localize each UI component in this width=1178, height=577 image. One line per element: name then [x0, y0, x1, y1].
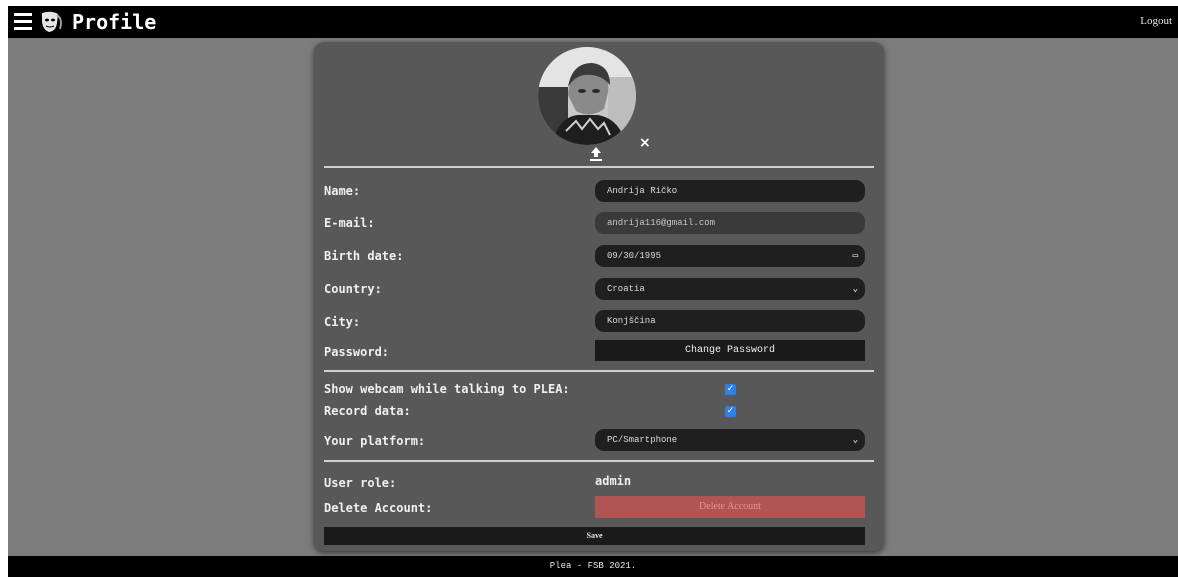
hamburger-menu-icon[interactable]	[14, 13, 32, 30]
birth-date-value: 09/30/1995	[607, 251, 662, 261]
save-button[interactable]: Save	[324, 527, 865, 545]
user-role-label: User role:	[324, 476, 397, 490]
platform-value: PC/Smartphone	[607, 435, 678, 445]
chevron-down-icon: ⌄	[852, 284, 858, 294]
birth-date-label: Birth date:	[324, 249, 404, 263]
footer-text: Plea - FSB 2021.	[549, 561, 637, 571]
section-divider	[324, 460, 874, 462]
logout-link[interactable]: Logout	[1140, 15, 1172, 27]
remove-photo-icon[interactable]: ×	[639, 135, 651, 151]
chevron-down-icon: ⌄	[852, 435, 858, 445]
top-bar: Profile Logout	[8, 6, 1178, 38]
password-label: Password:	[324, 345, 390, 359]
footer: Plea - FSB 2021.	[8, 556, 1178, 577]
calendar-icon[interactable]: ▭	[853, 245, 858, 267]
show-webcam-label: Show webcam while talking to PLEA:	[324, 382, 570, 396]
platform-label: Your platform:	[324, 434, 426, 448]
section-divider	[324, 370, 874, 372]
name-input[interactable]: Andrija Ričko	[595, 180, 865, 202]
country-select[interactable]: Croatia ⌄	[595, 278, 865, 300]
record-data-checkbox[interactable]: ✓	[725, 406, 736, 417]
name-label: Name:	[324, 184, 361, 198]
show-webcam-checkbox[interactable]: ✓	[725, 384, 736, 395]
delete-account-button[interactable]: Delete Account	[595, 496, 865, 518]
plea-logo-icon	[42, 11, 62, 32]
platform-select[interactable]: PC/Smartphone ⌄	[595, 429, 865, 451]
city-label: City:	[324, 315, 361, 329]
change-password-button[interactable]: Change Password	[595, 340, 865, 361]
page-title: Profile	[72, 10, 157, 34]
delete-account-label: Delete Account:	[324, 501, 433, 515]
email-input[interactable]: andrija116@gmail.com	[595, 212, 865, 234]
profile-card: × Name: Andrija Ričko E-mail: andrija116…	[314, 42, 884, 551]
section-divider	[324, 166, 874, 168]
city-input[interactable]: Konjščina	[595, 310, 865, 332]
profile-avatar[interactable]	[538, 47, 636, 145]
email-label: E-mail:	[324, 216, 375, 230]
country-label: Country:	[324, 282, 382, 296]
upload-photo-icon[interactable]	[589, 146, 603, 162]
country-value: Croatia	[607, 284, 645, 294]
record-data-label: Record data:	[324, 404, 411, 418]
birth-date-input[interactable]: 09/30/1995 ▭	[595, 245, 865, 267]
user-role-value: admin	[595, 474, 632, 488]
page-background: × Name: Andrija Ričko E-mail: andrija116…	[8, 38, 1178, 556]
